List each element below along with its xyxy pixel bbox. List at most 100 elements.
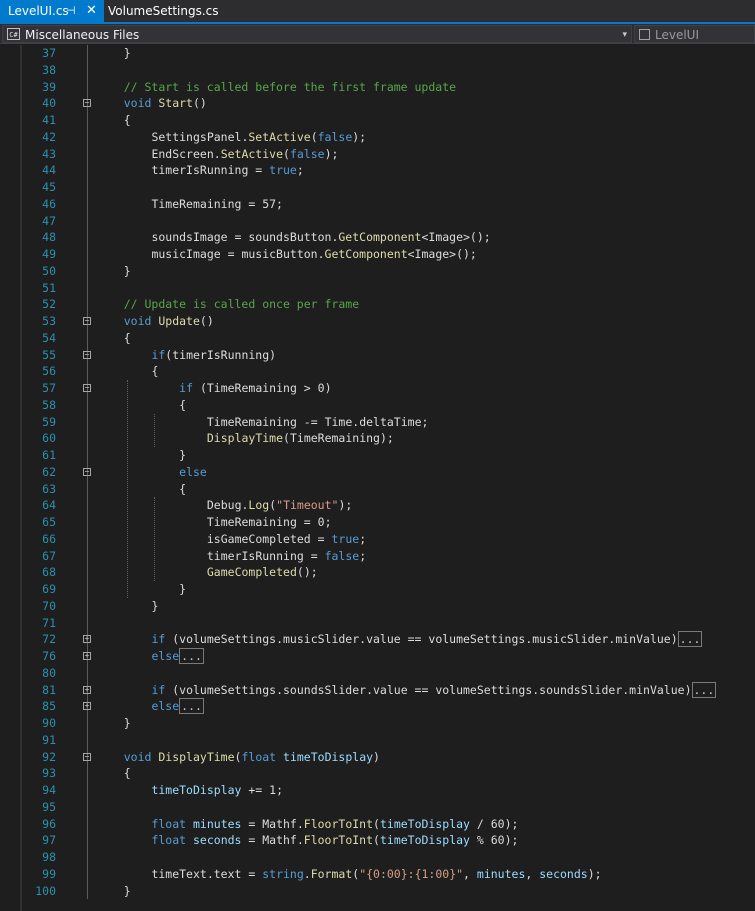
code-token: Start (158, 96, 193, 111)
code-text: TimeRemaining = 57; (151, 196, 283, 213)
code-text: isGameCompleted = true; (207, 531, 366, 548)
code-line[interactable]: 46 TimeRemaining = 57; (0, 196, 755, 213)
code-line[interactable]: 92 − void DisplayTime(float timeToDisplay) (0, 749, 755, 766)
collapse-icon[interactable]: − (83, 467, 91, 476)
code-line[interactable]: 64 Debug.Log("Timeout"); (0, 497, 755, 514)
chevron-down-icon[interactable]: ▾ (622, 26, 627, 44)
code-line[interactable]: 51 (0, 280, 755, 297)
code-line[interactable]: 66 isGameCompleted = true; (0, 531, 755, 548)
code-token: false (289, 146, 325, 161)
collapse-icon[interactable]: − (83, 350, 91, 359)
code-line[interactable]: 39 // Start is called before the first fr… (0, 79, 755, 96)
code-line[interactable]: 45 (0, 179, 755, 196)
code-line[interactable]: 52 // Update is called once per frame (0, 296, 755, 313)
code-line[interactable]: 61} (0, 447, 755, 464)
code-token: } (123, 263, 131, 278)
code-line[interactable]: 91 (0, 732, 755, 749)
line-number: 45 (42, 180, 56, 194)
code-line[interactable]: 80 (0, 665, 755, 682)
code-line[interactable]: 65 TimeRemaining = 0; (0, 514, 755, 531)
code-line[interactable]: 58 { (0, 397, 755, 414)
code-line[interactable]: 97 float seconds = Mathf.FloorToInt(timeT… (0, 832, 755, 849)
code-line[interactable]: 53 − void Update() (0, 313, 755, 330)
code-token: GetComponent (324, 247, 408, 261)
collapsed-region-marker[interactable]: ... (179, 698, 204, 715)
code-line[interactable]: 57 − if (TimeRemaining > 0) (0, 380, 755, 397)
line-number: 69 (42, 582, 56, 596)
code-token: float (241, 749, 277, 764)
tab-levelui[interactable]: LevelUI.cs ⊣ ✕ (0, 0, 104, 22)
code-editor[interactable]: 37} 38 39// Start is called before the fir… (0, 45, 755, 911)
collapse-icon[interactable]: − (83, 384, 91, 392)
code-line[interactable]: 63 { (0, 481, 755, 498)
code-token: if (179, 381, 194, 395)
code-token: SetActive (220, 146, 283, 161)
code-token: } (179, 448, 187, 462)
code-line[interactable]: 55 − if(timerIsRunning) (0, 347, 755, 364)
collapse-icon[interactable]: − (83, 99, 91, 108)
code-token: % 60); (469, 833, 519, 848)
code-line[interactable]: 99 timeText.text = string.Format("{0:00}:… (0, 866, 755, 883)
code-line[interactable]: 81 + if (volumeSettings.soundsSlider.value… (0, 681, 755, 699)
code-line[interactable]: 96 float minutes = Mathf.FloorToInt(timeT… (0, 816, 755, 833)
code-line[interactable]: 59 TimeRemaining -= Time.deltaTime; (0, 414, 755, 431)
close-icon[interactable]: ✕ (86, 0, 97, 22)
code-line[interactable]: 38 (0, 62, 755, 79)
code-line[interactable]: 43 EndScreen.SetActive(false); (0, 146, 755, 163)
code-line[interactable]: 90} (0, 715, 755, 732)
code-line[interactable]: 67 timerIsRunning = false; (0, 548, 755, 565)
code-line[interactable]: 50} (0, 263, 755, 280)
code-token: FloorToInt (303, 833, 374, 848)
type-dropdown[interactable]: LevelUI (634, 25, 755, 43)
code-line[interactable]: 69} (0, 581, 755, 598)
code-line[interactable]: 70} (0, 598, 755, 615)
code-line[interactable]: 47 (0, 213, 755, 230)
code-line[interactable]: 44 timerIsRunning = true; (0, 162, 755, 179)
code-token: { (179, 397, 187, 412)
collapsed-region-marker[interactable]: ... (677, 631, 703, 648)
code-token: DisplayTime (158, 749, 235, 764)
document-tab-bar: LevelUI.cs ⊣ ✕ VolumeSettings.cs (0, 0, 755, 24)
line-number: 52 (42, 297, 56, 312)
code-text: { (179, 397, 186, 414)
code-line[interactable]: 93 { (0, 765, 755, 782)
code-text: { (179, 481, 186, 498)
code-line[interactable]: 71 (0, 615, 755, 632)
pin-icon[interactable]: ⊣ (66, 0, 76, 22)
expand-icon[interactable]: + (83, 652, 91, 660)
collapse-icon[interactable]: − (83, 317, 91, 325)
code-token: () (199, 314, 214, 328)
code-text: TimeRemaining -= Time.deltaTime; (207, 414, 429, 431)
code-line[interactable]: 60 DisplayTime(TimeRemaining); (0, 430, 755, 447)
code-line[interactable]: 95 (0, 799, 755, 816)
collapse-icon[interactable]: − (83, 752, 91, 761)
line-number: 65 (42, 515, 56, 529)
expand-icon[interactable]: + (83, 685, 91, 694)
code-line[interactable]: 48 soundsImage = soundsButton.GetComponen… (0, 229, 755, 246)
line-number: 60 (42, 431, 56, 446)
expand-icon[interactable]: + (83, 702, 91, 711)
code-text: // Start is called before the first fram… (124, 79, 456, 96)
code-line[interactable]: 56 { (0, 363, 755, 380)
code-line[interactable]: 54 { (0, 330, 755, 347)
code-line[interactable]: 98 (0, 849, 755, 866)
code-line[interactable]: 62 − else (0, 464, 755, 481)
code-line[interactable]: 49 musicImage = musicButton.GetComponent<… (0, 246, 755, 263)
project-dropdown[interactable]: C# Miscellaneous Files ▾ (2, 25, 632, 43)
tab-label: LevelUI.cs (8, 4, 69, 18)
code-line[interactable]: 40 − void Start() (0, 95, 755, 112)
code-line[interactable]: 41 { (0, 112, 755, 129)
code-line[interactable]: 72 + if (volumeSettings.musicSlider.value … (0, 631, 755, 648)
code-token: "{0:00}:{1:00}" (359, 866, 464, 881)
collapsed-region-marker[interactable]: ... (179, 648, 204, 664)
code-line[interactable]: 76 + else... (0, 648, 755, 665)
code-line[interactable]: 100} (0, 883, 755, 900)
code-line[interactable]: 42 SettingsPanel.SetActive(false); (0, 129, 755, 146)
expand-icon[interactable]: + (83, 635, 91, 644)
code-line[interactable]: 94 timeToDisplay += 1; (0, 782, 755, 799)
tab-volumesettings[interactable]: VolumeSettings.cs (104, 0, 219, 22)
code-line[interactable]: 85 + else... (0, 698, 755, 715)
code-line[interactable]: 68 GameCompleted(); (0, 564, 755, 581)
code-line[interactable]: 37} (0, 45, 755, 62)
collapsed-region-marker[interactable]: ... (691, 681, 717, 698)
